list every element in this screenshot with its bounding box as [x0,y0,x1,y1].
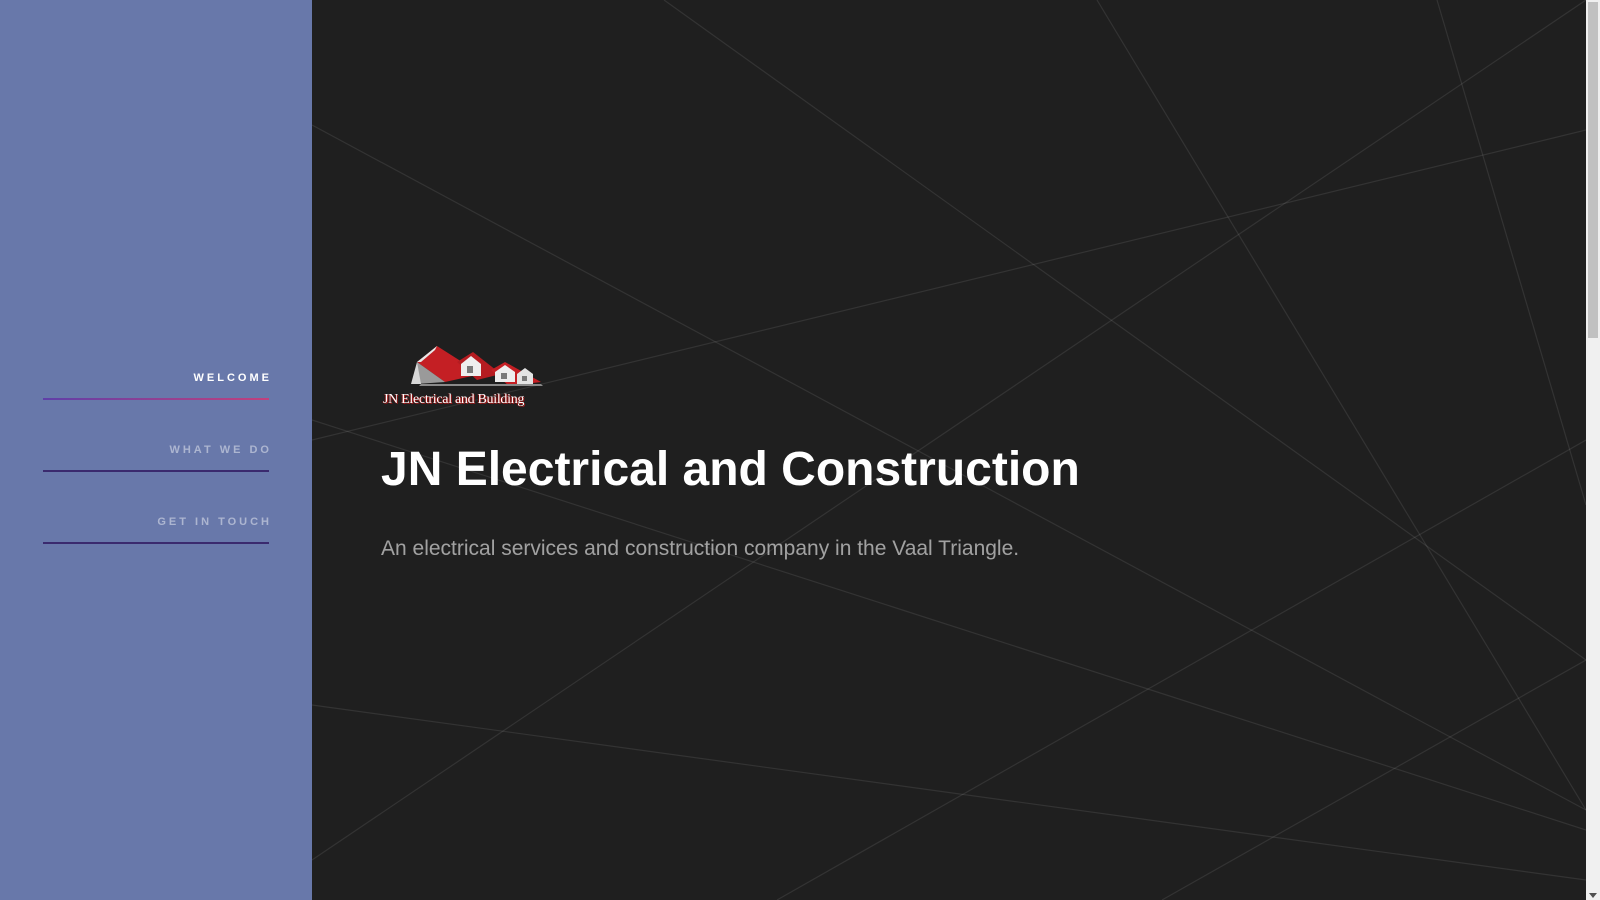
logo-text: JN Electrical and Building [383,392,525,407]
page-title: JN Electrical and Construction [381,443,1080,496]
nav-item-get-in-touch[interactable]: GET IN TOUCH [43,510,269,582]
nav-item-label: GET IN TOUCH [157,516,272,528]
nav-underline-active [43,398,269,400]
nav-underline [43,542,269,544]
nav-item-welcome[interactable]: WELCOME [43,366,269,438]
nav-item-label: WELCOME [193,372,272,384]
page: WELCOME WHAT WE DO GET IN TOUCH JN Elect… [0,0,1600,900]
company-logo: JN Electrical and Building [381,340,581,414]
nav-underline [43,470,269,472]
page-subtitle: An electrical services and construction … [381,536,1020,560]
nav-item-label: WHAT WE DO [169,444,272,456]
sidebar: WELCOME WHAT WE DO GET IN TOUCH [0,0,312,900]
hero: JN Electrical and Building JN Electrical… [381,340,1481,562]
sidebar-nav: WELCOME WHAT WE DO GET IN TOUCH [43,366,269,582]
scrollbar-thumb[interactable] [1588,2,1598,338]
scroll-down-arrow-icon[interactable] [1589,893,1597,898]
vertical-scrollbar[interactable] [1586,0,1600,900]
nav-item-what-we-do[interactable]: WHAT WE DO [43,438,269,510]
house-roof-icon [411,346,543,386]
main-content: JN Electrical and Building JN Electrical… [312,0,1586,900]
